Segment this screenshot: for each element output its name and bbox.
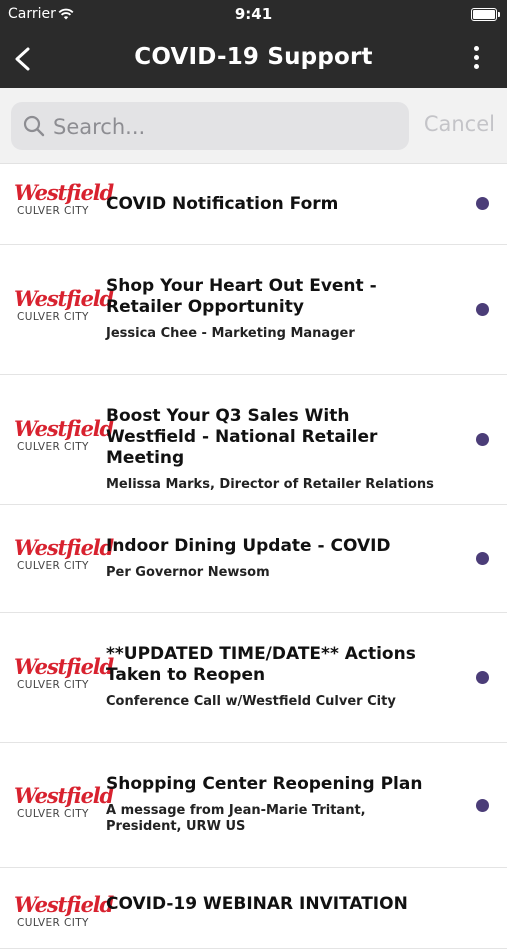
westfield-logo: Westfield CULVER CITY <box>14 416 114 462</box>
logo-location: CULVER CITY <box>17 808 89 820</box>
navigation-bar: COVID-19 Support <box>0 30 507 88</box>
logo-wordmark: Westfield <box>14 892 114 917</box>
logo-location: CULVER CITY <box>17 205 89 217</box>
westfield-logo: Westfield CULVER CITY <box>14 180 114 226</box>
unread-indicator <box>476 799 489 812</box>
list-item-text: Indoor Dining Update - COVID Per Governo… <box>106 536 436 581</box>
list-item-title: COVID Notification Form <box>106 194 339 214</box>
list-item-title: **UPDATED TIME/DATE** Actions Taken to R… <box>106 644 416 685</box>
cancel-button[interactable]: Cancel <box>424 112 495 136</box>
list-item-text: COVID-19 WEBINAR INVITATION <box>106 894 436 915</box>
logo-wordmark: Westfield <box>14 783 114 808</box>
support-list: Westfield CULVER CITY COVID Notification… <box>0 164 507 949</box>
westfield-logo: Westfield CULVER CITY <box>14 892 114 938</box>
list-item[interactable]: Westfield CULVER CITY Boost Your Q3 Sale… <box>0 375 507 505</box>
list-item[interactable]: Westfield CULVER CITY Shopping Center Re… <box>0 743 507 868</box>
search-input[interactable] <box>51 102 395 152</box>
logo-wordmark: Westfield <box>14 416 114 441</box>
westfield-logo: Westfield CULVER CITY <box>14 535 114 581</box>
list-item-subtitle: Conference Call w/Westfield Culver City <box>106 694 396 709</box>
westfield-logo: Westfield CULVER CITY <box>14 783 114 829</box>
unread-indicator <box>476 671 489 684</box>
more-vertical-icon <box>471 46 481 69</box>
list-item-title: Shop Your Heart Out Event - Retailer Opp… <box>106 276 377 317</box>
unread-indicator <box>476 197 489 210</box>
list-item-title: Boost Your Q3 Sales With Westfield - Nat… <box>106 406 378 468</box>
logo-wordmark: Westfield <box>14 535 114 560</box>
unread-indicator <box>476 433 489 446</box>
search-bar: Cancel <box>0 88 507 164</box>
list-item-subtitle: Jessica Chee - Marketing Manager <box>106 326 355 341</box>
list-item-text: **UPDATED TIME/DATE** Actions Taken to R… <box>106 644 436 710</box>
list-item[interactable]: Westfield CULVER CITY Shop Your Heart Ou… <box>0 245 507 375</box>
list-item-subtitle: Per Governor Newsom <box>106 565 270 580</box>
logo-location: CULVER CITY <box>17 311 89 323</box>
chevron-left-icon <box>15 47 30 71</box>
list-item-title: Shopping Center Reopening Plan <box>106 774 423 794</box>
logo-location: CULVER CITY <box>17 917 89 929</box>
list-item-subtitle: A message from Jean-Marie Tritant, Presi… <box>106 803 366 834</box>
back-button[interactable] <box>10 42 40 76</box>
westfield-logo: Westfield CULVER CITY <box>14 654 114 700</box>
search-field[interactable] <box>11 102 409 152</box>
list-item-text: Boost Your Q3 Sales With Westfield - Nat… <box>106 406 436 493</box>
unread-indicator <box>476 552 489 565</box>
list-item-subtitle: Melissa Marks, Director of Retailer Rela… <box>106 477 434 492</box>
list-item-text: COVID Notification Form <box>106 194 436 215</box>
logo-location: CULVER CITY <box>17 679 89 691</box>
status-time: 9:41 <box>234 5 273 23</box>
search-icon <box>23 115 45 137</box>
logo-wordmark: Westfield <box>14 286 114 311</box>
logo-wordmark: Westfield <box>14 180 114 205</box>
list-item-title: Indoor Dining Update - COVID <box>106 536 391 556</box>
logo-location: CULVER CITY <box>17 560 89 572</box>
unread-indicator <box>476 303 489 316</box>
list-item-text: Shop Your Heart Out Event - Retailer Opp… <box>106 276 436 342</box>
status-bar: Carrier 9:41 <box>0 0 507 30</box>
westfield-logo: Westfield CULVER CITY <box>14 286 114 332</box>
logo-location: CULVER CITY <box>17 441 89 453</box>
list-item-title: COVID-19 WEBINAR INVITATION <box>106 894 408 914</box>
list-item[interactable]: Westfield CULVER CITY COVID-19 WEBINAR I… <box>0 868 507 949</box>
battery-icon <box>471 8 500 21</box>
list-item[interactable]: Westfield CULVER CITY **UPDATED TIME/DAT… <box>0 613 507 743</box>
list-item[interactable]: Westfield CULVER CITY Indoor Dining Upda… <box>0 505 507 613</box>
more-options-button[interactable] <box>471 46 481 72</box>
logo-wordmark: Westfield <box>14 654 114 679</box>
page-title: COVID-19 Support <box>134 44 373 70</box>
list-item[interactable]: Westfield CULVER CITY COVID Notification… <box>0 164 507 245</box>
list-item-text: Shopping Center Reopening Plan A message… <box>106 774 436 835</box>
